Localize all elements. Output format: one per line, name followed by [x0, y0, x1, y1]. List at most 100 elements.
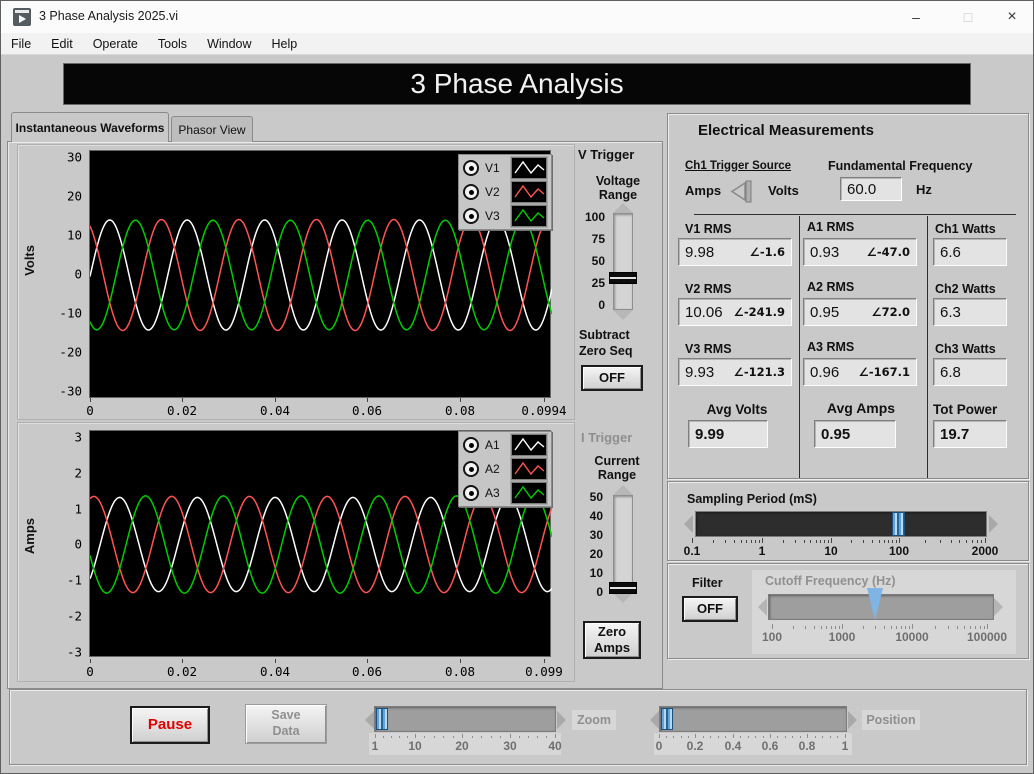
tot-power-value: 19.7	[940, 426, 969, 443]
tick-mark	[940, 540, 941, 543]
tick-mark	[810, 540, 811, 543]
trigger-source-switch[interactable]	[730, 180, 764, 203]
avg-volts-value: 9.99	[695, 426, 724, 443]
save-data-button[interactable]: Save Data	[245, 704, 327, 744]
plot-style-sample-V1[interactable]	[511, 157, 547, 179]
plot-style-sample-A3[interactable]	[511, 482, 547, 504]
tick-mark	[879, 540, 880, 543]
legend-label-V3: V3	[485, 209, 507, 223]
tick-mark	[759, 540, 760, 543]
horizontal-divider	[694, 214, 1016, 215]
position-slider-track[interactable]	[659, 706, 847, 732]
scale-tick-label: -20	[59, 345, 82, 360]
pause-button[interactable]: Pause	[130, 706, 210, 744]
plot-visibility-radio-A3[interactable]	[463, 485, 479, 501]
tot-power-indicator: 19.7	[933, 420, 1007, 448]
measurements-title: Electrical Measurements	[698, 122, 874, 139]
cutoff-decrement-icon[interactable]	[758, 598, 767, 616]
tick-mark	[546, 736, 547, 738]
zoom-slider-track[interactable]	[374, 706, 556, 732]
zoom-increment-icon[interactable]	[557, 711, 566, 729]
fundamental-frequency-input[interactable]: 60.0	[840, 177, 902, 201]
tot-power-label: Tot Power	[933, 402, 997, 417]
v2-rms-angle: ∠-241.9	[734, 305, 785, 319]
tick-mark	[733, 734, 734, 738]
scale-tick-label: 2000	[972, 544, 999, 558]
scale-tick-label: 20	[67, 189, 82, 204]
ch2-watts-indicator: 6.3	[933, 298, 1007, 326]
tick-mark	[888, 540, 889, 543]
scale-tick-label: 0.02	[167, 403, 197, 418]
volts-plot-legend: V1V2V3	[458, 154, 552, 230]
plot-visibility-radio-V3[interactable]	[463, 208, 479, 224]
tick-mark	[90, 398, 91, 402]
zoom-decrement-icon[interactable]	[365, 711, 374, 729]
position-scale: 00.20.40.60.81	[654, 733, 852, 755]
ch1-watts-value: 6.6	[940, 244, 961, 261]
menu-item-file[interactable]: File	[1, 37, 41, 51]
menu-item-edit[interactable]: Edit	[41, 37, 83, 51]
position-increment-icon[interactable]	[848, 711, 857, 729]
plot-style-sample-V2[interactable]	[511, 181, 547, 203]
tick-mark	[755, 540, 756, 543]
tick-mark	[975, 626, 976, 629]
zoom-slider-handle[interactable]	[376, 708, 388, 730]
scale-tick-label: 1	[759, 544, 766, 558]
scale-tick-label: 10	[67, 228, 82, 243]
menu-item-operate[interactable]: Operate	[83, 37, 148, 51]
tick-mark	[959, 540, 960, 543]
plot-style-sample-A1[interactable]	[511, 434, 547, 456]
maximize-button[interactable]: □	[947, 1, 989, 33]
ch2-watts-value: 6.3	[940, 304, 961, 321]
scale-tick-label: 30	[67, 150, 82, 165]
tick-mark	[804, 540, 805, 543]
a2-rms-angle: ∠72.0	[871, 305, 910, 319]
legend-row-A1: A1	[459, 433, 551, 457]
tick-mark	[957, 626, 958, 629]
tick-mark	[935, 626, 936, 629]
labview-vi-icon	[13, 8, 31, 26]
plot-visibility-radio-A2[interactable]	[463, 461, 479, 477]
tick-mark	[824, 540, 825, 543]
tick-mark	[875, 626, 876, 629]
tick-mark	[972, 540, 973, 543]
sampling-period-label: Sampling Period (mS)	[687, 492, 817, 506]
tick-mark	[659, 734, 660, 738]
tick-mark	[948, 626, 949, 629]
tick-mark	[443, 736, 444, 738]
sampling-decrement-icon[interactable]	[684, 515, 693, 533]
tick-mark	[666, 736, 667, 738]
a1-rms-indicator: 0.93 ∠-47.0	[803, 238, 917, 266]
sampling-slider-handle[interactable]	[892, 512, 905, 536]
plot-style-sample-V3[interactable]	[511, 205, 547, 227]
tick-mark	[399, 736, 400, 738]
tab-instantaneous-waveforms[interactable]: Instantaneous Waveforms	[11, 112, 169, 142]
menu-item-help[interactable]: Help	[262, 37, 308, 51]
menu-item-window[interactable]: Window	[197, 37, 261, 51]
tick-mark	[820, 540, 821, 543]
sampling-slider-track[interactable]	[695, 511, 987, 537]
menu-item-tools[interactable]: Tools	[148, 37, 197, 51]
position-decrement-icon[interactable]	[650, 711, 659, 729]
tick-mark	[703, 736, 704, 738]
plot-visibility-radio-V1[interactable]	[463, 160, 479, 176]
position-slider-handle[interactable]	[661, 708, 673, 730]
close-button[interactable]: ×	[991, 1, 1033, 33]
frequency-unit-label: Hz	[916, 182, 932, 197]
plot-visibility-radio-A1[interactable]	[463, 437, 479, 453]
tick-mark	[460, 398, 461, 402]
cutoff-slider-handle[interactable]	[867, 588, 883, 620]
filter-button[interactable]: OFF	[682, 596, 738, 622]
sampling-increment-icon[interactable]	[989, 515, 998, 533]
plot-visibility-radio-V2[interactable]	[463, 184, 479, 200]
tick-mark	[500, 736, 501, 738]
tab-phasor-view[interactable]: Phasor View	[171, 116, 253, 142]
cutoff-increment-icon[interactable]	[994, 598, 1003, 616]
scale-tick-label: 100000	[967, 630, 1007, 644]
plot-style-sample-A2[interactable]	[511, 458, 547, 480]
tick-mark	[822, 736, 823, 738]
amps-chart: Amps 3210-1-2-3 00.020.040.060.080.099 A…	[17, 422, 575, 682]
scale-tick-label: 1	[842, 739, 849, 753]
avg-amps-indicator: 0.95	[814, 420, 896, 448]
minimize-button[interactable]: –	[895, 1, 937, 33]
